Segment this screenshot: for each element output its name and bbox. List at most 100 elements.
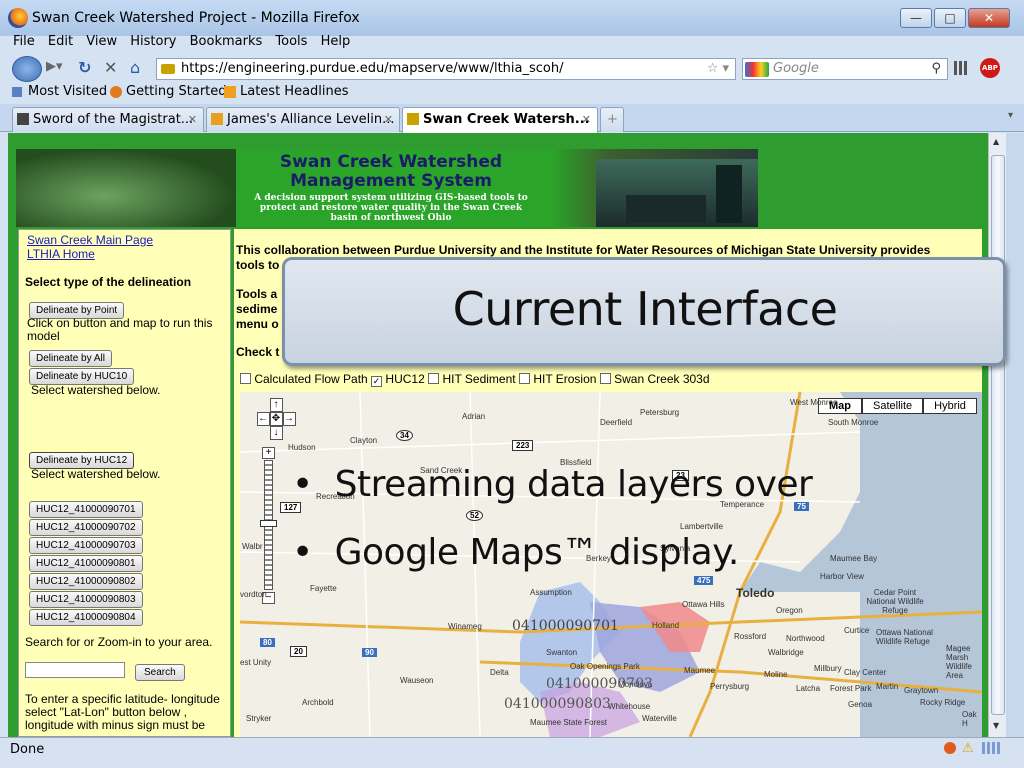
location-search-input[interactable] bbox=[25, 662, 125, 678]
grid-icon[interactable] bbox=[954, 61, 968, 75]
search-label: Search for or Zoom-in to your area. bbox=[25, 635, 213, 649]
bullet-dot-icon: • bbox=[292, 464, 313, 505]
menu-help[interactable]: Help bbox=[321, 34, 351, 49]
huc-polygon-label: 041000090803 bbox=[504, 696, 611, 712]
menu-bookmarks[interactable]: Bookmarks bbox=[190, 34, 263, 49]
bookmark-latest-headlines[interactable]: Latest Headlines bbox=[240, 84, 349, 99]
delineate-by-all-button[interactable]: Delineate by All bbox=[29, 350, 112, 367]
huc-button[interactable]: HUC12_41000090701 bbox=[29, 501, 143, 518]
route-shield: 34 bbox=[396, 430, 413, 441]
banner-subtitle: A decision support system utilizing GIS-… bbox=[254, 193, 528, 223]
page-content: Swan Creek Watershed Management System A… bbox=[8, 133, 988, 737]
banner-title: Swan Creek Watershed Management System bbox=[279, 152, 503, 191]
lthia-home-link[interactable]: LTHIA Home bbox=[27, 247, 95, 261]
route-shield: 80 bbox=[260, 638, 275, 647]
swan-creek-main-link[interactable]: Swan Creek Main Page bbox=[27, 233, 153, 247]
tab-label: Swan Creek Watersh... bbox=[423, 112, 590, 127]
menu-file[interactable]: File bbox=[13, 34, 35, 49]
huc-button[interactable]: HUC12_41000090703 bbox=[29, 537, 143, 554]
tab-james[interactable]: James's Alliance Levelin... ✕ bbox=[206, 107, 400, 132]
adblock-icon[interactable]: ABP bbox=[980, 58, 1000, 78]
stop-icon[interactable]: ✕ bbox=[104, 58, 117, 82]
menu-edit[interactable]: Edit bbox=[48, 34, 73, 49]
bookmark-getting-started[interactable]: Getting Started bbox=[126, 84, 227, 99]
search-button[interactable]: Search bbox=[135, 664, 185, 681]
huc-button[interactable]: HUC12_41000090802 bbox=[29, 573, 143, 590]
menu-view[interactable]: View bbox=[86, 34, 117, 49]
tab-sword[interactable]: Sword of the Magistrat... ✕ bbox=[12, 107, 204, 132]
site-favicon-icon bbox=[161, 64, 175, 74]
url-bar[interactable]: https://engineering.purdue.edu/mapserve/… bbox=[156, 58, 736, 80]
scroll-thumb[interactable] bbox=[991, 155, 1005, 715]
bookmark-most-visited[interactable]: Most Visited bbox=[28, 84, 107, 99]
search-placeholder: Google bbox=[773, 61, 819, 76]
rss-icon bbox=[224, 86, 236, 98]
latlon-instructions: To enter a specific latitude- longitude … bbox=[25, 692, 220, 732]
firefox-logo-icon bbox=[8, 8, 28, 28]
getting-started-icon bbox=[110, 86, 122, 98]
huc-button[interactable]: HUC12_41000090702 bbox=[29, 519, 143, 536]
huc-button[interactable]: HUC12_41000090804 bbox=[29, 609, 143, 626]
reload-icon[interactable]: ↻ bbox=[78, 58, 91, 82]
tab-favicon-icon bbox=[211, 113, 223, 125]
checkbox-hit-erosion[interactable] bbox=[518, 373, 530, 384]
minimize-button[interactable]: — bbox=[900, 8, 932, 28]
search-go-icon[interactable]: ⚲ bbox=[931, 59, 941, 79]
slide-bullet-1: • Streaming data layers over bbox=[292, 464, 813, 505]
sidebar: Swan Creek Main Page LTHIA Home Select t… bbox=[18, 229, 231, 737]
route-shield: 52 bbox=[466, 510, 483, 521]
tab-close-icon[interactable]: ✕ bbox=[188, 108, 197, 131]
close-button[interactable]: ✕ bbox=[968, 8, 1010, 28]
checkbox-303d[interactable] bbox=[599, 373, 611, 384]
title-bar: Swan Creek Watershed Project - Mozilla F… bbox=[0, 0, 1024, 36]
back-button[interactable] bbox=[12, 56, 42, 82]
huc-button[interactable]: HUC12_41000090803 bbox=[29, 591, 143, 608]
forward-button[interactable]: ▶▾ bbox=[46, 59, 63, 83]
bullet-text: Google Maps™ display. bbox=[334, 532, 740, 573]
route-shield: 223 bbox=[512, 440, 534, 451]
callout-title: Current Interface bbox=[452, 282, 838, 336]
checkbox-huc12[interactable]: ✓ bbox=[371, 376, 383, 387]
window-title: Swan Creek Watershed Project - Mozilla F… bbox=[32, 10, 360, 26]
vertical-scrollbar[interactable]: ▲ ▼ bbox=[988, 133, 1006, 737]
search-box[interactable]: Google ⚲ bbox=[742, 58, 948, 80]
check-text: Check t bbox=[236, 345, 280, 359]
bullet-text: Streaming data layers over bbox=[334, 464, 813, 505]
forest-photo bbox=[16, 149, 236, 227]
menu-bar: File Edit View History Bookmarks Tools H… bbox=[0, 34, 1024, 54]
home-icon[interactable]: ⌂ bbox=[130, 58, 140, 82]
tools-text: Tools a bbox=[236, 287, 278, 301]
resize-grip-icon[interactable] bbox=[982, 742, 1002, 754]
most-visited-icon bbox=[12, 87, 22, 97]
route-shield: 475 bbox=[694, 576, 714, 585]
google-engine-icon[interactable] bbox=[745, 62, 769, 77]
status-bar: Done ⚠ bbox=[0, 737, 1024, 768]
maximize-button[interactable]: □ bbox=[934, 8, 966, 28]
layer-label: Calculated Flow Path bbox=[254, 372, 368, 386]
tab-close-icon[interactable]: ✕ bbox=[384, 108, 393, 131]
browser-window: Swan Creek Watershed Project - Mozilla F… bbox=[0, 0, 1024, 768]
scroll-down-icon[interactable]: ▼ bbox=[993, 721, 999, 730]
scroll-up-icon[interactable]: ▲ bbox=[993, 137, 999, 146]
tab-list-icon[interactable]: ▾ bbox=[1008, 110, 1013, 121]
huc-button[interactable]: HUC12_41000090801 bbox=[29, 555, 143, 572]
new-tab-button[interactable]: + bbox=[600, 107, 624, 132]
warning-icon[interactable]: ⚠ bbox=[962, 738, 974, 760]
navigation-toolbar: ▶▾ ↻ ✕ ⌂ https://engineering.purdue.edu/… bbox=[0, 55, 1024, 83]
status-addon-icon[interactable] bbox=[944, 742, 956, 754]
menu-history[interactable]: History bbox=[130, 34, 176, 49]
tab-close-icon[interactable]: ✕ bbox=[582, 108, 591, 131]
layer-label: HIT Sediment bbox=[442, 372, 516, 386]
tab-label: Sword of the Magistrat... bbox=[33, 112, 194, 127]
menu-text: menu o bbox=[236, 317, 279, 331]
tab-bar: Sword of the Magistrat... ✕ James's Alli… bbox=[0, 104, 1024, 134]
checkbox-hit-sediment[interactable] bbox=[428, 373, 440, 384]
tab-swan-creek[interactable]: Swan Creek Watersh... ✕ bbox=[402, 107, 598, 134]
delineation-heading: Select type of the delineation bbox=[25, 275, 192, 289]
tab-label: James's Alliance Levelin... bbox=[227, 112, 395, 127]
bookmark-star-icon[interactable]: ☆ ▾ bbox=[707, 59, 729, 79]
menu-tools[interactable]: Tools bbox=[275, 34, 307, 49]
layer-label: Swan Creek 303d bbox=[614, 372, 710, 386]
huc-polygon-label: 041000090701 bbox=[512, 618, 619, 634]
checkbox-flow-path[interactable] bbox=[240, 373, 251, 384]
